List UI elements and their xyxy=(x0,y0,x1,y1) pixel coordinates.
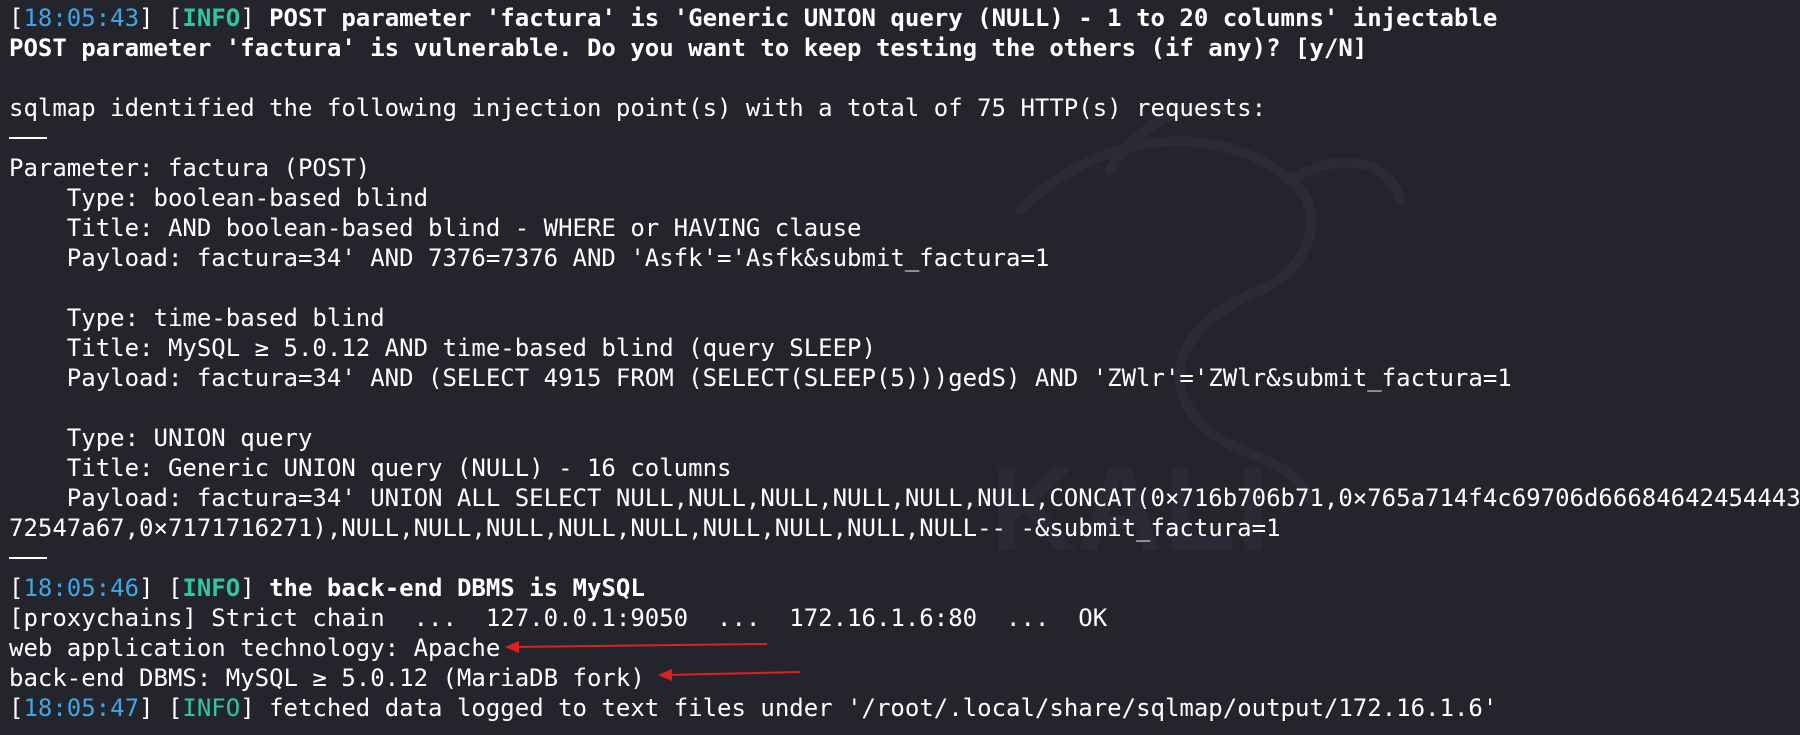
prompt-line: POST parameter 'factura' is vulnerable. … xyxy=(9,34,1368,62)
timestamp: 18:05:47 xyxy=(23,694,140,722)
proxychains-line: [proxychains] Strict chain ... 127.0.0.1… xyxy=(9,604,1108,632)
injection-type: Type: UNION query xyxy=(9,424,313,452)
separator xyxy=(9,543,1800,573)
injection-title: Title: Generic UNION query (NULL) - 16 c… xyxy=(9,454,732,482)
terminal-window[interactable]: KALI [18:05:43] [INFO] POST parameter 'f… xyxy=(0,0,1800,735)
injection-title: Title: MySQL ≥ 5.0.12 AND time-based bli… xyxy=(9,334,876,362)
injection-payload: Payload: factura=34' UNION ALL SELECT NU… xyxy=(9,484,1800,512)
log-line-dbms: [18:05:46] [INFO] the back-end DBMS is M… xyxy=(9,574,645,602)
web-tech-line: web application technology: Apache xyxy=(9,634,501,662)
identified-line: sqlmap identified the following injectio… xyxy=(9,94,1267,122)
log-message: POST parameter 'factura' is 'Generic UNI… xyxy=(269,4,1498,32)
log-level: INFO xyxy=(182,574,241,602)
log-line-injectable: [18:05:43] [INFO] POST parameter 'factur… xyxy=(9,4,1498,32)
injection-payload: Payload: factura=34' AND 7376=7376 AND '… xyxy=(9,244,1050,272)
log-message: fetched data logged to text files under … xyxy=(269,694,1498,722)
injection-title: Title: AND boolean-based blind - WHERE o… xyxy=(9,214,862,242)
injection-payload-continuation: 72547a67,0×7171716271),NULL,NULL,NULL,NU… xyxy=(9,514,1281,542)
log-level: INFO xyxy=(182,4,241,32)
timestamp: 18:05:46 xyxy=(23,574,140,602)
log-message: the back-end DBMS is MySQL xyxy=(269,574,645,602)
log-line-fetched: [18:05:47] [INFO] fetched data logged to… xyxy=(9,694,1498,722)
timestamp: 18:05:43 xyxy=(23,4,140,32)
injection-type: Type: time-based blind xyxy=(9,304,385,332)
terminal-output: [18:05:43] [INFO] POST parameter 'factur… xyxy=(9,3,1800,723)
log-level: INFO xyxy=(182,694,241,722)
parameter-line: Parameter: factura (POST) xyxy=(9,154,371,182)
backend-dbms-line: back-end DBMS: MySQL ≥ 5.0.12 (MariaDB f… xyxy=(9,664,645,692)
injection-payload: Payload: factura=34' AND (SELECT 4915 FR… xyxy=(9,364,1512,392)
separator xyxy=(9,123,1800,153)
injection-type: Type: boolean-based blind xyxy=(9,184,429,212)
